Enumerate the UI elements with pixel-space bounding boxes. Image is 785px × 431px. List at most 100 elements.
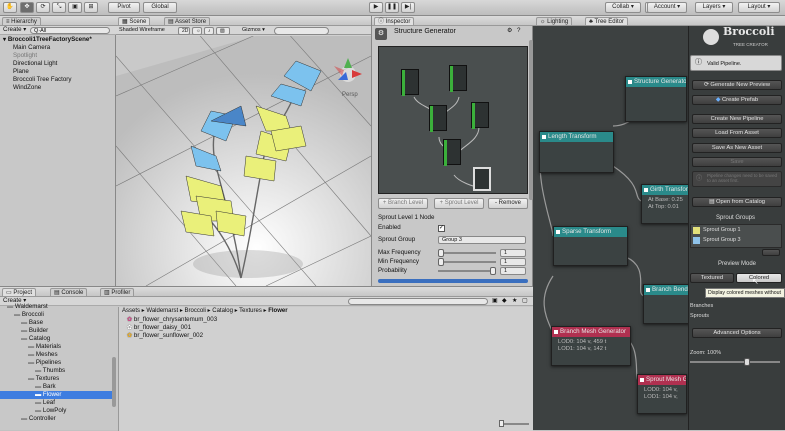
breadcrumb-item[interactable]: Waldemarst xyxy=(146,308,178,314)
sprout-groups-expand-button[interactable] xyxy=(762,249,780,256)
tree-node-sparse-transform[interactable]: Sparse Transform xyxy=(553,226,628,266)
tab-tree-editor[interactable]: ♣ Tree Editor xyxy=(585,17,628,25)
min-frequency-input[interactable]: 1 xyxy=(500,258,526,266)
shading-dropdown[interactable]: Shaded Wireframe xyxy=(119,26,165,34)
project-folder-item[interactable]: ▬ Builder xyxy=(0,327,112,335)
save-as-asset-button[interactable]: Save As New Asset xyxy=(692,143,782,153)
rotate-tool-icon[interactable]: ⟳ xyxy=(36,2,50,13)
sprout-group-3-label[interactable]: Sprout Group 3 xyxy=(703,236,741,244)
hierarchy-item[interactable]: Spotlight xyxy=(13,52,37,60)
tab-inspector[interactable]: ⓘ Inspector xyxy=(374,17,415,25)
hand-tool-icon[interactable]: ✋ xyxy=(3,2,17,13)
textured-mode-button[interactable]: Textured xyxy=(690,273,734,283)
audio-toggle-icon[interactable]: ♪ xyxy=(204,27,214,35)
project-tree-scrollbar[interactable] xyxy=(112,357,116,407)
tree-editor-canvas[interactable]: ☼ Lighting ♣ Tree Editor Structure Gener… xyxy=(533,16,785,430)
tree-node-sprout-mesh-generator[interactable]: Sprout Mesh Generator LOD0: 104 v,LOD1: 1… xyxy=(637,374,687,414)
breadcrumb-item[interactable]: Assets xyxy=(122,308,140,314)
layout-dropdown[interactable]: Layout ▾ xyxy=(738,2,780,13)
tab-lighting[interactable]: ☼ Lighting xyxy=(536,17,573,25)
branches-toggle-label[interactable]: Branches xyxy=(690,302,713,310)
node-port-icon[interactable] xyxy=(628,80,632,84)
hierarchy-scene-root[interactable]: ▾ Broccoli1TreeFactoryScene* xyxy=(3,36,92,44)
create-pipeline-button[interactable]: Create New Pipeline xyxy=(692,114,782,124)
tree-node-girth-transform[interactable]: Girth Transform At Base: 0.25 At Top: 0.01 xyxy=(641,184,691,224)
project-file-item[interactable]: ✿ br_flower_chrysantemum_003 xyxy=(127,316,217,324)
hierarchy-item[interactable]: Plane xyxy=(13,68,29,76)
advanced-options-button[interactable]: Advanced Options xyxy=(692,328,782,338)
tab-hierarchy[interactable]: ≡ Hierarchy xyxy=(2,17,41,25)
pause-button[interactable]: ❚❚ xyxy=(385,2,399,13)
project-folder-item[interactable]: ▬ Broccoli xyxy=(0,311,112,319)
tab-asset-store[interactable]: ▤ Asset Store xyxy=(164,17,211,25)
project-folder-item[interactable]: ▬ Controller xyxy=(0,415,112,423)
project-file-item[interactable]: ✿ br_flower_sunflower_002 xyxy=(127,332,203,340)
hierarchy-item[interactable]: Directional Light xyxy=(13,60,57,68)
project-folder-item[interactable]: ▬ Leaf xyxy=(0,399,112,407)
inspector-hscrollbar[interactable] xyxy=(378,279,528,283)
create-prefab-button[interactable]: ◆ Create Prefab xyxy=(692,95,782,105)
tree-node-length-transform[interactable]: Length Transform xyxy=(539,131,614,173)
breadcrumb-item[interactable]: Textures xyxy=(239,308,262,314)
probability-input[interactable]: 1 xyxy=(500,267,526,275)
structure-graph[interactable] xyxy=(378,46,528,194)
graph-node-1[interactable] xyxy=(401,69,419,96)
move-tool-icon[interactable]: ✥ xyxy=(20,2,34,13)
max-frequency-input[interactable]: 1 xyxy=(500,249,526,257)
global-toggle[interactable]: Global xyxy=(143,2,177,13)
scale-tool-icon[interactable]: ⤡ xyxy=(52,2,66,13)
effects-toggle-icon[interactable]: ▨ xyxy=(216,27,230,35)
gizmos-dropdown[interactable]: Gizmos ▾ xyxy=(242,26,265,34)
breadcrumb-item[interactable]: Broccoli xyxy=(185,308,206,314)
lock-icon[interactable]: ▢ xyxy=(522,297,528,305)
step-button[interactable]: ▶| xyxy=(401,2,415,13)
breadcrumb-item[interactable]: Flower xyxy=(268,308,287,314)
layers-dropdown[interactable]: Layers ▾ xyxy=(695,2,733,13)
lighting-toggle-icon[interactable]: ☼ xyxy=(192,27,202,35)
project-folder-item[interactable]: ▬ LowPoly xyxy=(0,407,112,415)
tree-node-structure-generator[interactable]: Structure Generator xyxy=(625,76,687,122)
tab-profiler[interactable]: ▥ Profiler xyxy=(100,288,135,296)
project-folder-item[interactable]: ▬ Thumbs xyxy=(0,367,112,375)
node-port-icon[interactable] xyxy=(640,378,644,382)
sprout-group-select[interactable]: Group 3 xyxy=(438,236,526,244)
rect-tool-icon[interactable]: ▣ xyxy=(68,2,82,13)
max-frequency-slider[interactable] xyxy=(438,249,496,257)
play-button[interactable]: ▶ xyxy=(369,2,383,13)
filter-label-icon[interactable]: ◆ xyxy=(502,297,507,305)
node-port-icon[interactable] xyxy=(556,230,560,234)
node-port-icon[interactable] xyxy=(646,288,650,292)
project-folder-item[interactable]: ▬ Meshes xyxy=(0,351,112,359)
scene-search-input[interactable] xyxy=(274,27,329,35)
probability-slider[interactable] xyxy=(438,267,496,275)
node-port-icon[interactable] xyxy=(554,330,558,334)
hierarchy-create-button[interactable]: Create ▾ xyxy=(3,26,26,34)
node-port-icon[interactable] xyxy=(644,188,648,192)
project-folder-item[interactable]: ▬ Waldemarst xyxy=(0,303,112,311)
zoom-slider[interactable] xyxy=(690,358,780,366)
scene-viewport[interactable]: Persp xyxy=(116,36,371,286)
tab-scene[interactable]: ▦ Scene xyxy=(118,17,151,25)
2d-toggle[interactable]: 2D xyxy=(178,27,190,35)
tab-project[interactable]: ▭ Project xyxy=(2,288,37,296)
tree-node-branch-bender[interactable]: Branch Bender xyxy=(643,284,693,324)
save-button[interactable]: Save xyxy=(692,157,782,167)
project-folder-item[interactable]: ▬ Catalog xyxy=(0,335,112,343)
graph-node-5[interactable] xyxy=(443,139,461,166)
hierarchy-item[interactable]: Broccoli Tree Factory xyxy=(13,76,71,84)
favorite-icon[interactable]: ★ xyxy=(512,297,518,305)
generate-preview-button[interactable]: ⟳ Generate New Preview xyxy=(692,80,782,90)
project-folder-item[interactable]: ▬ Pipelines xyxy=(0,359,112,367)
graph-node-2[interactable] xyxy=(449,65,467,92)
tab-console[interactable]: ▤ Console xyxy=(50,288,88,296)
load-asset-button[interactable]: Load From Asset xyxy=(692,128,782,138)
hierarchy-item[interactable]: WindZone xyxy=(13,84,41,92)
collab-dropdown[interactable]: Collab ▾ xyxy=(605,2,641,13)
sprout-group-1-label[interactable]: Sprout Group 1 xyxy=(703,226,741,234)
node-port-icon[interactable] xyxy=(542,135,546,139)
hierarchy-item[interactable]: Main Camera xyxy=(13,44,50,52)
graph-node-selected[interactable] xyxy=(473,167,491,191)
graph-node-3[interactable] xyxy=(429,105,447,132)
filter-type-icon[interactable]: ▣ xyxy=(492,297,498,305)
inspector-settings-icon[interactable]: ⚙ xyxy=(507,27,513,35)
